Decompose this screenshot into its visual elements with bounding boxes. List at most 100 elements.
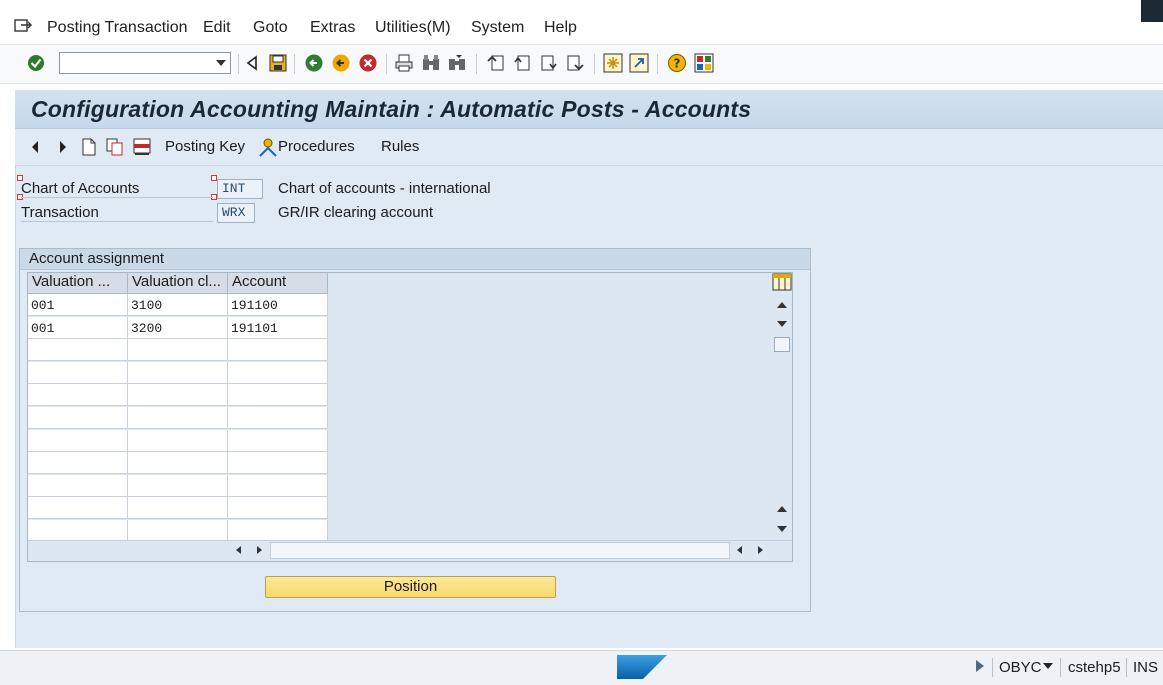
empty-table-cell[interactable] — [28, 520, 128, 542]
position-button[interactable]: Position — [265, 576, 556, 598]
transaction-field[interactable]: WRX — [217, 203, 255, 223]
page-down-icon[interactable] — [777, 321, 787, 327]
sap-logo-icon — [617, 655, 667, 679]
create-session-icon[interactable] — [603, 53, 623, 73]
application-toolbar: Posting Key Procedures Rules — [15, 129, 1163, 166]
scroll-up-icon[interactable] — [777, 302, 787, 308]
chevron-down-icon[interactable] — [216, 60, 226, 66]
status-divider — [1126, 658, 1127, 677]
page-title: Configuration Accounting Maintain : Auto… — [31, 96, 752, 122]
empty-table-cell[interactable] — [128, 384, 228, 406]
vertical-scrollbar[interactable] — [773, 293, 791, 540]
menu-utilities[interactable]: Utilities(M) — [375, 19, 451, 37]
empty-table-cell[interactable] — [228, 384, 328, 406]
exit-icon[interactable] — [304, 53, 324, 73]
empty-table-cell[interactable] — [128, 520, 228, 542]
empty-table-cell[interactable] — [228, 452, 328, 474]
menu-edit[interactable]: Edit — [203, 19, 231, 37]
print-icon[interactable] — [394, 53, 414, 73]
menu-posting-transaction[interactable]: Posting Transaction — [47, 19, 188, 37]
next-entry-icon[interactable] — [57, 139, 69, 159]
table-cell[interactable]: 001 — [28, 317, 128, 339]
end-icon[interactable] — [331, 53, 351, 73]
empty-table-cell[interactable] — [228, 407, 328, 429]
menu-extras[interactable]: Extras — [310, 19, 355, 37]
rules-button[interactable]: Rules — [381, 138, 419, 155]
title-bar: Configuration Accounting Maintain : Auto… — [15, 90, 1163, 129]
empty-table-cell[interactable] — [228, 497, 328, 519]
menu-icon[interactable] — [14, 18, 32, 34]
horizontal-scroll-track[interactable] — [270, 542, 730, 559]
scroll-down-icon[interactable] — [777, 526, 787, 532]
empty-table-cell[interactable] — [28, 339, 128, 361]
column-header-valuation-class[interactable]: Valuation cl... — [128, 273, 228, 294]
status-divider — [992, 658, 993, 677]
page-up-icon[interactable] — [777, 506, 787, 512]
menu-help[interactable]: Help — [544, 19, 577, 37]
toolbar-divider — [294, 54, 295, 74]
horizontal-scrollbar[interactable] — [28, 540, 792, 561]
empty-table-cell[interactable] — [228, 475, 328, 497]
column-header-account[interactable]: Account — [228, 273, 328, 294]
empty-table-cell[interactable] — [128, 430, 228, 452]
shortcut-icon[interactable] — [629, 53, 649, 73]
chevron-down-icon[interactable] — [1043, 663, 1053, 669]
procedures-button[interactable]: Procedures — [278, 138, 355, 155]
empty-table-cell[interactable] — [28, 475, 128, 497]
scroll-thumb[interactable] — [774, 337, 790, 352]
empty-table-cell[interactable] — [128, 407, 228, 429]
last-page-icon[interactable] — [565, 53, 585, 73]
chart-of-accounts-field[interactable]: INT — [217, 179, 263, 199]
empty-table-cell[interactable] — [128, 339, 228, 361]
empty-table-cell[interactable] — [28, 452, 128, 474]
delete-row-icon[interactable] — [133, 138, 151, 160]
table-cell[interactable]: 191100 — [228, 294, 328, 316]
scroll-left-icon[interactable] — [737, 546, 742, 554]
next-page-icon[interactable] — [539, 53, 559, 73]
back-icon[interactable] — [242, 53, 262, 73]
find-icon[interactable] — [421, 53, 441, 73]
layout-icon[interactable] — [694, 53, 714, 73]
scroll-right-icon[interactable] — [758, 546, 763, 554]
toolbar-divider — [238, 54, 239, 74]
copy-icon[interactable] — [106, 138, 124, 160]
menu-system[interactable]: System — [471, 19, 524, 37]
empty-table-cell[interactable] — [28, 362, 128, 384]
empty-table-cell[interactable] — [128, 362, 228, 384]
column-settings-icon[interactable] — [772, 273, 792, 295]
previous-page-icon[interactable] — [512, 53, 532, 73]
scroll-right-icon[interactable] — [257, 546, 262, 554]
empty-table-cell[interactable] — [128, 452, 228, 474]
first-page-icon[interactable] — [486, 53, 506, 73]
empty-table-cell[interactable] — [28, 430, 128, 452]
status-expand-icon[interactable] — [976, 660, 984, 672]
column-header-valuation-modif[interactable]: Valuation ... — [28, 273, 128, 294]
empty-table-cell[interactable] — [28, 384, 128, 406]
table-cell[interactable]: 001 — [28, 294, 128, 316]
scroll-left-icon[interactable] — [236, 546, 241, 554]
empty-table-cell[interactable] — [28, 497, 128, 519]
new-document-icon[interactable] — [81, 138, 97, 160]
enter-icon[interactable] — [26, 53, 46, 73]
empty-table-cell[interactable] — [228, 430, 328, 452]
table-cell[interactable]: 3200 — [128, 317, 228, 339]
help-icon[interactable]: ? — [667, 53, 687, 73]
command-field[interactable] — [59, 52, 231, 74]
empty-table-cell[interactable] — [128, 475, 228, 497]
previous-entry-icon[interactable] — [29, 139, 41, 159]
table-cell[interactable]: 191101 — [228, 317, 328, 339]
menu-goto[interactable]: Goto — [253, 19, 288, 37]
table-cell[interactable]: 3100 — [128, 294, 228, 316]
empty-table-cell[interactable] — [28, 407, 128, 429]
find-next-icon[interactable] — [447, 53, 467, 73]
svg-text:?: ? — [674, 57, 681, 71]
empty-table-cell[interactable] — [228, 520, 328, 542]
empty-table-cell[interactable] — [228, 362, 328, 384]
save-icon[interactable] — [268, 53, 288, 73]
empty-table-cell[interactable] — [128, 497, 228, 519]
posting-key-button[interactable]: Posting Key — [165, 138, 245, 155]
procedures-icon[interactable] — [258, 137, 278, 161]
empty-table-cell[interactable] — [228, 339, 328, 361]
cancel-icon[interactable] — [358, 53, 378, 73]
status-mode: INS — [1133, 659, 1159, 676]
